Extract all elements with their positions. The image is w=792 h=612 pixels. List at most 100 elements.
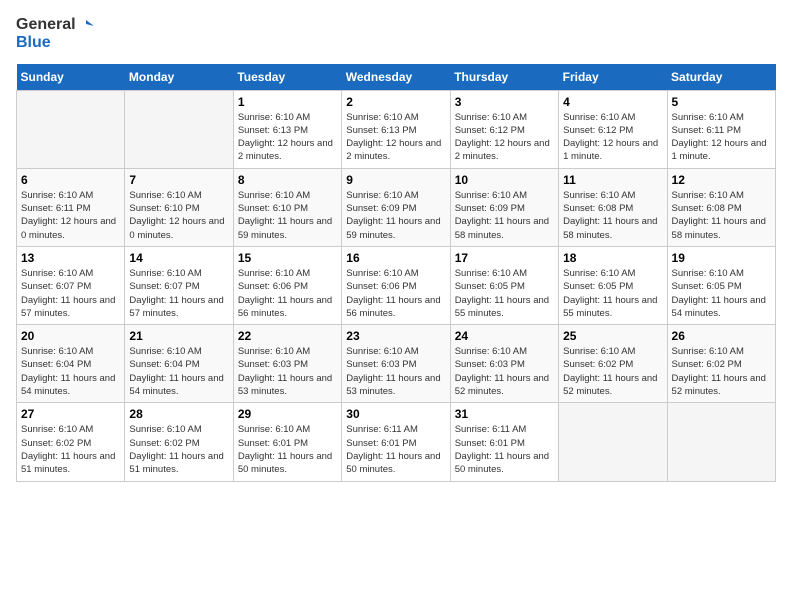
day-number: 31 bbox=[455, 407, 554, 421]
cell-w1-d5: 3Sunrise: 6:10 AM Sunset: 6:12 PM Daylig… bbox=[450, 90, 558, 168]
day-info: Sunrise: 6:10 AM Sunset: 6:11 PM Dayligh… bbox=[672, 111, 771, 164]
day-info: Sunrise: 6:10 AM Sunset: 6:01 PM Dayligh… bbox=[238, 423, 337, 476]
day-number: 10 bbox=[455, 173, 554, 187]
cell-w5-d3: 29Sunrise: 6:10 AM Sunset: 6:01 PM Dayli… bbox=[233, 403, 341, 481]
day-info: Sunrise: 6:10 AM Sunset: 6:10 PM Dayligh… bbox=[129, 189, 228, 242]
week-row-1: 1 Sunrise: 6:10 AM Sunset: 6:13 PM Daylig… bbox=[17, 90, 776, 168]
day-number: 4 bbox=[563, 95, 662, 109]
day-number: 2 bbox=[346, 95, 445, 109]
cell-w2-d1: 6Sunrise: 6:10 AM Sunset: 6:11 PM Daylig… bbox=[17, 168, 125, 246]
day-info: Sunrise: 6:10 AM Sunset: 6:08 PM Dayligh… bbox=[672, 189, 771, 242]
logo-blue: Blue bbox=[16, 34, 96, 52]
day-number: 23 bbox=[346, 329, 445, 343]
header-wednesday: Wednesday bbox=[342, 64, 450, 91]
cell-w3-d1: 13 Sunrise: 6:10 AM Sunset: 6:07 PM Dayli… bbox=[17, 246, 125, 324]
cell-w3-d6: 18 Sunrise: 6:10 AM Sunset: 6:05 PM Dayli… bbox=[559, 246, 667, 324]
day-info: Sunrise: 6:10 AM Sunset: 6:13 PM Dayligh… bbox=[238, 111, 337, 164]
week-row-4: 20 Sunrise: 6:10 AM Sunset: 6:04 PM Dayli… bbox=[17, 325, 776, 403]
cell-w2-d4: 9 Sunrise: 6:10 AM Sunset: 6:09 PM Daylig… bbox=[342, 168, 450, 246]
day-info: Sunrise: 6:10 AM Sunset: 6:02 PM Dayligh… bbox=[563, 345, 662, 398]
cell-w5-d7 bbox=[667, 403, 775, 481]
day-number: 9 bbox=[346, 173, 445, 187]
cell-w4-d1: 20 Sunrise: 6:10 AM Sunset: 6:04 PM Dayli… bbox=[17, 325, 125, 403]
header-sunday: Sunday bbox=[17, 64, 125, 91]
day-number: 24 bbox=[455, 329, 554, 343]
day-info: Sunrise: 6:10 AM Sunset: 6:05 PM Dayligh… bbox=[455, 267, 554, 320]
logo-general: General bbox=[16, 16, 76, 34]
day-number: 28 bbox=[129, 407, 228, 421]
cell-w5-d5: 31 Sunrise: 6:11 AM Sunset: 6:01 PM Dayli… bbox=[450, 403, 558, 481]
logo: General Blue bbox=[16, 16, 96, 52]
cell-w1-d2 bbox=[125, 90, 233, 168]
day-number: 17 bbox=[455, 251, 554, 265]
day-number: 30 bbox=[346, 407, 445, 421]
day-info: Sunrise: 6:10 AM Sunset: 6:05 PM Dayligh… bbox=[563, 267, 662, 320]
week-row-3: 13 Sunrise: 6:10 AM Sunset: 6:07 PM Dayli… bbox=[17, 246, 776, 324]
day-info: Sunrise: 6:10 AM Sunset: 6:09 PM Dayligh… bbox=[455, 189, 554, 242]
day-info: Sunrise: 6:10 AM Sunset: 6:02 PM Dayligh… bbox=[21, 423, 120, 476]
header-friday: Friday bbox=[559, 64, 667, 91]
day-number: 12 bbox=[672, 173, 771, 187]
cell-w1-d4: 2 Sunrise: 6:10 AM Sunset: 6:13 PM Daylig… bbox=[342, 90, 450, 168]
week-row-5: 27 Sunrise: 6:10 AM Sunset: 6:02 PM Dayli… bbox=[17, 403, 776, 481]
cell-w2-d7: 12 Sunrise: 6:10 AM Sunset: 6:08 PM Dayli… bbox=[667, 168, 775, 246]
day-info: Sunrise: 6:10 AM Sunset: 6:02 PM Dayligh… bbox=[129, 423, 228, 476]
week-row-2: 6Sunrise: 6:10 AM Sunset: 6:11 PM Daylig… bbox=[17, 168, 776, 246]
cell-w3-d3: 15Sunrise: 6:10 AM Sunset: 6:06 PM Dayli… bbox=[233, 246, 341, 324]
day-number: 21 bbox=[129, 329, 228, 343]
cell-w5-d6 bbox=[559, 403, 667, 481]
day-number: 6 bbox=[21, 173, 120, 187]
day-header-row: SundayMondayTuesdayWednesdayThursdayFrid… bbox=[17, 64, 776, 91]
header-thursday: Thursday bbox=[450, 64, 558, 91]
cell-w1-d3: 1 Sunrise: 6:10 AM Sunset: 6:13 PM Daylig… bbox=[233, 90, 341, 168]
day-info: Sunrise: 6:10 AM Sunset: 6:08 PM Dayligh… bbox=[563, 189, 662, 242]
day-number: 20 bbox=[21, 329, 120, 343]
calendar-table: SundayMondayTuesdayWednesdayThursdayFrid… bbox=[16, 64, 776, 482]
day-info: Sunrise: 6:10 AM Sunset: 6:12 PM Dayligh… bbox=[563, 111, 662, 164]
day-info: Sunrise: 6:11 AM Sunset: 6:01 PM Dayligh… bbox=[455, 423, 554, 476]
day-info: Sunrise: 6:10 AM Sunset: 6:03 PM Dayligh… bbox=[238, 345, 337, 398]
cell-w5-d2: 28 Sunrise: 6:10 AM Sunset: 6:02 PM Dayli… bbox=[125, 403, 233, 481]
cell-w4-d3: 22 Sunrise: 6:10 AM Sunset: 6:03 PM Dayli… bbox=[233, 325, 341, 403]
day-number: 5 bbox=[672, 95, 771, 109]
cell-w4-d6: 25Sunrise: 6:10 AM Sunset: 6:02 PM Dayli… bbox=[559, 325, 667, 403]
cell-w3-d4: 16Sunrise: 6:10 AM Sunset: 6:06 PM Dayli… bbox=[342, 246, 450, 324]
cell-w1-d7: 5 Sunrise: 6:10 AM Sunset: 6:11 PM Daylig… bbox=[667, 90, 775, 168]
day-number: 7 bbox=[129, 173, 228, 187]
cell-w2-d3: 8Sunrise: 6:10 AM Sunset: 6:10 PM Daylig… bbox=[233, 168, 341, 246]
header-tuesday: Tuesday bbox=[233, 64, 341, 91]
cell-w4-d4: 23 Sunrise: 6:10 AM Sunset: 6:03 PM Dayli… bbox=[342, 325, 450, 403]
day-number: 14 bbox=[129, 251, 228, 265]
day-number: 27 bbox=[21, 407, 120, 421]
day-info: Sunrise: 6:11 AM Sunset: 6:01 PM Dayligh… bbox=[346, 423, 445, 476]
logo-bird-icon bbox=[78, 16, 96, 34]
cell-w2-d5: 10 Sunrise: 6:10 AM Sunset: 6:09 PM Dayli… bbox=[450, 168, 558, 246]
day-info: Sunrise: 6:10 AM Sunset: 6:07 PM Dayligh… bbox=[129, 267, 228, 320]
day-number: 1 bbox=[238, 95, 337, 109]
header-monday: Monday bbox=[125, 64, 233, 91]
cell-w4-d5: 24 Sunrise: 6:10 AM Sunset: 6:03 PM Dayli… bbox=[450, 325, 558, 403]
day-number: 16 bbox=[346, 251, 445, 265]
day-number: 22 bbox=[238, 329, 337, 343]
day-number: 18 bbox=[563, 251, 662, 265]
day-number: 13 bbox=[21, 251, 120, 265]
day-number: 26 bbox=[672, 329, 771, 343]
day-info: Sunrise: 6:10 AM Sunset: 6:12 PM Dayligh… bbox=[455, 111, 554, 164]
day-info: Sunrise: 6:10 AM Sunset: 6:13 PM Dayligh… bbox=[346, 111, 445, 164]
logo-text: General Blue bbox=[16, 16, 96, 52]
day-info: Sunrise: 6:10 AM Sunset: 6:09 PM Dayligh… bbox=[346, 189, 445, 242]
cell-w5-d4: 30 Sunrise: 6:11 AM Sunset: 6:01 PM Dayli… bbox=[342, 403, 450, 481]
cell-w3-d2: 14 Sunrise: 6:10 AM Sunset: 6:07 PM Dayli… bbox=[125, 246, 233, 324]
day-number: 19 bbox=[672, 251, 771, 265]
cell-w5-d1: 27 Sunrise: 6:10 AM Sunset: 6:02 PM Dayli… bbox=[17, 403, 125, 481]
day-info: Sunrise: 6:10 AM Sunset: 6:06 PM Dayligh… bbox=[238, 267, 337, 320]
day-info: Sunrise: 6:10 AM Sunset: 6:04 PM Dayligh… bbox=[21, 345, 120, 398]
day-number: 8 bbox=[238, 173, 337, 187]
day-info: Sunrise: 6:10 AM Sunset: 6:03 PM Dayligh… bbox=[346, 345, 445, 398]
header-saturday: Saturday bbox=[667, 64, 775, 91]
cell-w4-d2: 21Sunrise: 6:10 AM Sunset: 6:04 PM Dayli… bbox=[125, 325, 233, 403]
cell-w3-d7: 19Sunrise: 6:10 AM Sunset: 6:05 PM Dayli… bbox=[667, 246, 775, 324]
day-info: Sunrise: 6:10 AM Sunset: 6:07 PM Dayligh… bbox=[21, 267, 120, 320]
day-info: Sunrise: 6:10 AM Sunset: 6:03 PM Dayligh… bbox=[455, 345, 554, 398]
cell-w2-d2: 7 Sunrise: 6:10 AM Sunset: 6:10 PM Daylig… bbox=[125, 168, 233, 246]
